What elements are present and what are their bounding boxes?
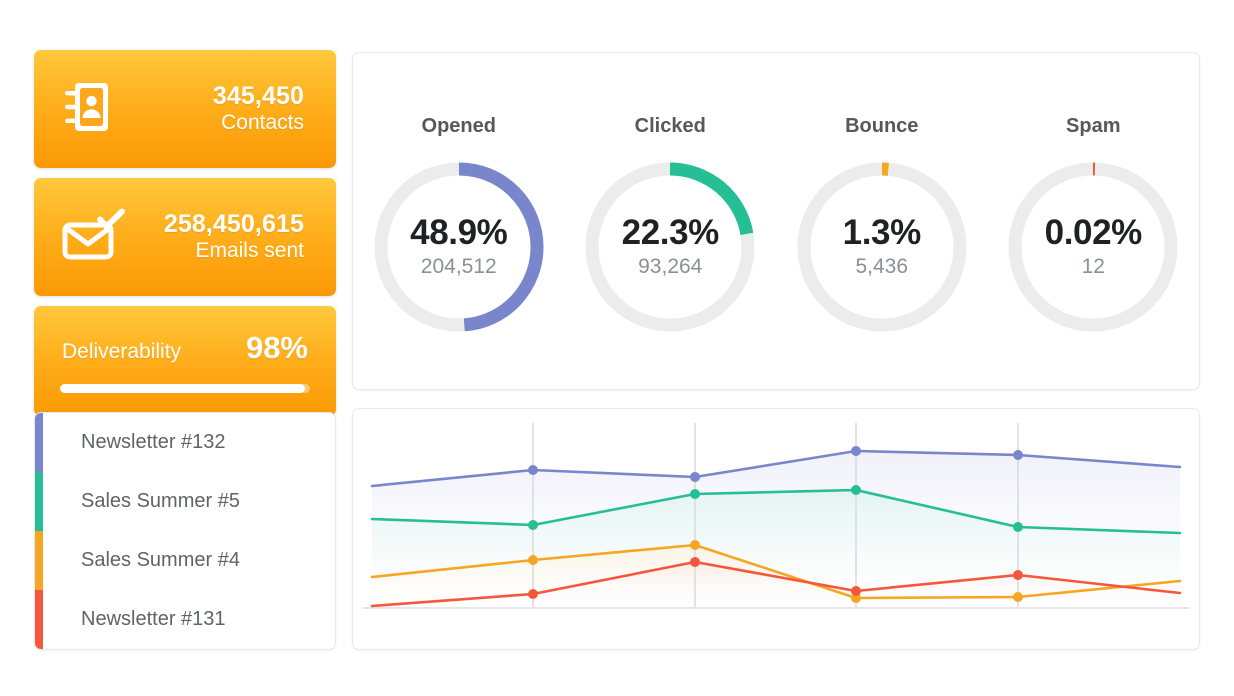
metric-percent: 48.9%: [410, 215, 507, 252]
deliverability-stat-card[interactable]: Deliverability 98%: [34, 306, 336, 416]
list-item[interactable]: Sales Summer #5: [43, 472, 335, 531]
metric-count: 5,436: [855, 255, 908, 279]
deliverability-label: Deliverability: [62, 340, 181, 364]
deliverability-value: 98%: [246, 330, 308, 366]
metrics-donut-row: Opened 48.9% 204,512 Clicked 22.3% 93,264 Boun…: [353, 53, 1199, 389]
list-item[interactable]: Sales Summer #4: [43, 531, 335, 590]
stats-column: 345,450 Contacts 258,450,615 Emails sent: [34, 50, 336, 416]
campaign-color-bar: [35, 413, 43, 649]
emails-sent-value: 258,450,615: [164, 210, 304, 240]
metric-clicked[interactable]: Clicked 22.3% 93,264: [565, 115, 777, 340]
chart-data-point[interactable]: [528, 520, 538, 530]
list-item[interactable]: Newsletter #131: [43, 590, 335, 649]
metric-percent: 22.3%: [622, 215, 719, 252]
list-item[interactable]: Newsletter #132: [43, 413, 335, 472]
metrics-donut-card: Opened 48.9% 204,512 Clicked 22.3% 93,264 Boun…: [352, 52, 1200, 390]
deliverability-progress-fill: [60, 384, 305, 393]
contacts-value: 345,450: [213, 82, 304, 112]
chart-data-point[interactable]: [851, 485, 861, 495]
campaign-label: Newsletter #132: [81, 431, 226, 454]
metric-donut: 48.9% 204,512: [366, 154, 552, 340]
campaign-color-swatch: [35, 472, 43, 531]
metric-donut: 22.3% 93,264: [577, 154, 763, 340]
chart-data-point[interactable]: [690, 540, 700, 550]
metric-percent: 1.3%: [843, 215, 921, 252]
chart-data-point[interactable]: [1013, 592, 1023, 602]
contacts-stat-card[interactable]: 345,450 Contacts: [34, 50, 336, 168]
metric-count: 204,512: [421, 255, 497, 279]
metric-title: Clicked: [635, 115, 706, 138]
metric-spam[interactable]: Spam 0.02% 12: [988, 115, 1200, 340]
campaign-label: Sales Summer #5: [81, 490, 240, 513]
metric-bounce[interactable]: Bounce 1.3% 5,436: [776, 115, 988, 340]
campaign-items: Newsletter #132 Sales Summer #5 Sales Summ…: [43, 413, 335, 649]
metric-percent: 0.02%: [1045, 215, 1142, 252]
chart-data-point[interactable]: [1013, 570, 1023, 580]
chart-data-point[interactable]: [528, 555, 538, 565]
contacts-label: Contacts: [213, 111, 304, 136]
campaign-performance-chart: [353, 409, 1199, 649]
chart-data-point[interactable]: [690, 472, 700, 482]
metric-title: Spam: [1066, 115, 1120, 138]
campaign-color-swatch: [35, 413, 43, 472]
campaign-performance-chart-card: [352, 408, 1200, 650]
address-book-icon: [62, 79, 114, 140]
metric-title: Opened: [422, 115, 496, 138]
emails-sent-stat-card[interactable]: 258,450,615 Emails sent: [34, 178, 336, 296]
metric-count: 93,264: [638, 255, 702, 279]
dashboard-root: 345,450 Contacts 258,450,615 Emails sent: [0, 0, 1234, 696]
chart-data-point[interactable]: [528, 589, 538, 599]
chart-data-point[interactable]: [1013, 450, 1023, 460]
metric-donut: 0.02% 12: [1000, 154, 1186, 340]
metric-title: Bounce: [845, 115, 918, 138]
chart-data-point[interactable]: [851, 586, 861, 596]
chart-data-point[interactable]: [690, 557, 700, 567]
campaign-color-swatch: [35, 531, 43, 590]
campaign-label: Newsletter #131: [81, 608, 226, 631]
campaign-color-swatch: [35, 590, 43, 649]
metric-donut: 1.3% 5,436: [789, 154, 975, 340]
emails-sent-label: Emails sent: [164, 239, 304, 264]
chart-data-point[interactable]: [1013, 522, 1023, 532]
metric-opened[interactable]: Opened 48.9% 204,512: [353, 115, 565, 340]
metric-count: 12: [1082, 255, 1105, 279]
envelope-check-icon: [62, 207, 130, 268]
chart-data-point[interactable]: [851, 446, 861, 456]
chart-data-point[interactable]: [690, 489, 700, 499]
campaign-legend-list: Newsletter #132 Sales Summer #5 Sales Summ…: [34, 412, 336, 650]
deliverability-progress-bar: [60, 384, 310, 393]
chart-data-point[interactable]: [528, 465, 538, 475]
campaign-label: Sales Summer #4: [81, 549, 240, 572]
